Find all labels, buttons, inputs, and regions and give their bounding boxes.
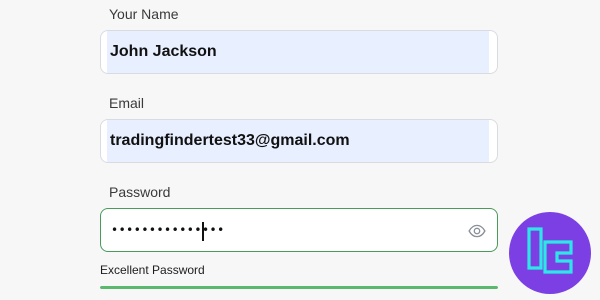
password-strength-label: Excellent Password [100, 263, 205, 277]
email-value: tradingfindertest33@gmail.com [110, 132, 350, 149]
name-value: John Jackson [110, 43, 217, 60]
password-label: Password [109, 184, 171, 200]
email-label: Email [109, 95, 145, 111]
password-strength-bar [100, 286, 498, 289]
password-masked-value: ••••••••••••••• [111, 223, 225, 237]
name-label: Your Name [109, 6, 179, 22]
name-field[interactable]: John Jackson [100, 30, 498, 74]
tradingfinder-logo-icon [509, 212, 591, 294]
eye-icon[interactable] [468, 222, 486, 240]
email-field[interactable]: tradingfindertest33@gmail.com [100, 119, 498, 163]
password-strength-fill [100, 286, 498, 289]
password-field[interactable]: ••••••••••••••• [100, 208, 498, 252]
text-caret [202, 222, 204, 241]
